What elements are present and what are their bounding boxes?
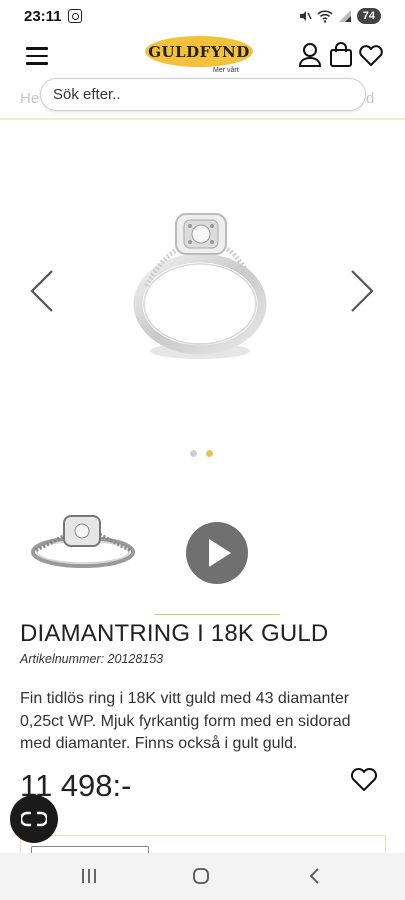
option-panel <box>20 835 386 858</box>
search-box <box>40 78 366 111</box>
chevron-left-icon[interactable] <box>28 269 58 313</box>
article-number: Artikelnummer: 20128153 <box>20 652 164 666</box>
product-title: DIAMANTRING I 18K GULD <box>20 620 329 647</box>
screenshot-icon <box>68 9 82 23</box>
mute-icon <box>299 11 312 21</box>
wishlist-heart-icon[interactable] <box>350 766 378 794</box>
breadcrumb-right[interactable]: d <box>366 90 374 107</box>
nav-recents-icon[interactable] <box>80 867 98 885</box>
system-nav-bar <box>0 853 405 900</box>
logo-tagline: Mer vårt <box>213 67 239 74</box>
slide-dot-1[interactable] <box>190 450 197 457</box>
status-icons: 74 <box>298 8 381 24</box>
title-divider <box>154 614 280 615</box>
chat-icon <box>21 811 47 827</box>
slide-dot-2[interactable] <box>206 450 213 457</box>
divider <box>0 118 405 120</box>
chevron-right-icon[interactable] <box>346 269 376 313</box>
logo[interactable]: GULDFYND Mer vårt <box>145 36 255 76</box>
wifi-icon <box>317 10 333 23</box>
menu-icon[interactable] <box>26 47 48 65</box>
nav-back-icon[interactable] <box>306 867 324 885</box>
site-header: GULDFYND Mer vårt <box>0 32 405 80</box>
account-icon[interactable] <box>298 42 322 68</box>
breadcrumb-left[interactable]: He <box>20 90 39 107</box>
product-description: Fin tidlös ring i 18K vitt guld med 43 d… <box>20 690 351 752</box>
product-image[interactable] <box>128 206 278 366</box>
logo-text: GULDFYND <box>148 42 250 61</box>
search-input[interactable] <box>41 79 365 110</box>
heart-icon[interactable] <box>358 45 384 67</box>
signal-icon <box>338 10 351 22</box>
nav-home-icon[interactable] <box>192 867 210 885</box>
video-play-button[interactable] <box>186 522 248 584</box>
thumbnail-image[interactable] <box>28 512 138 572</box>
battery-indicator: 74 <box>356 8 381 24</box>
slide-indicator <box>190 450 213 457</box>
status-time: 23:11 <box>24 8 62 25</box>
cart-icon[interactable] <box>329 42 353 68</box>
status-bar: 23:11 74 <box>0 0 405 32</box>
logo-oval: GULDFYND <box>145 36 253 67</box>
product-gallery <box>0 121 405 481</box>
chat-button[interactable] <box>10 795 58 843</box>
